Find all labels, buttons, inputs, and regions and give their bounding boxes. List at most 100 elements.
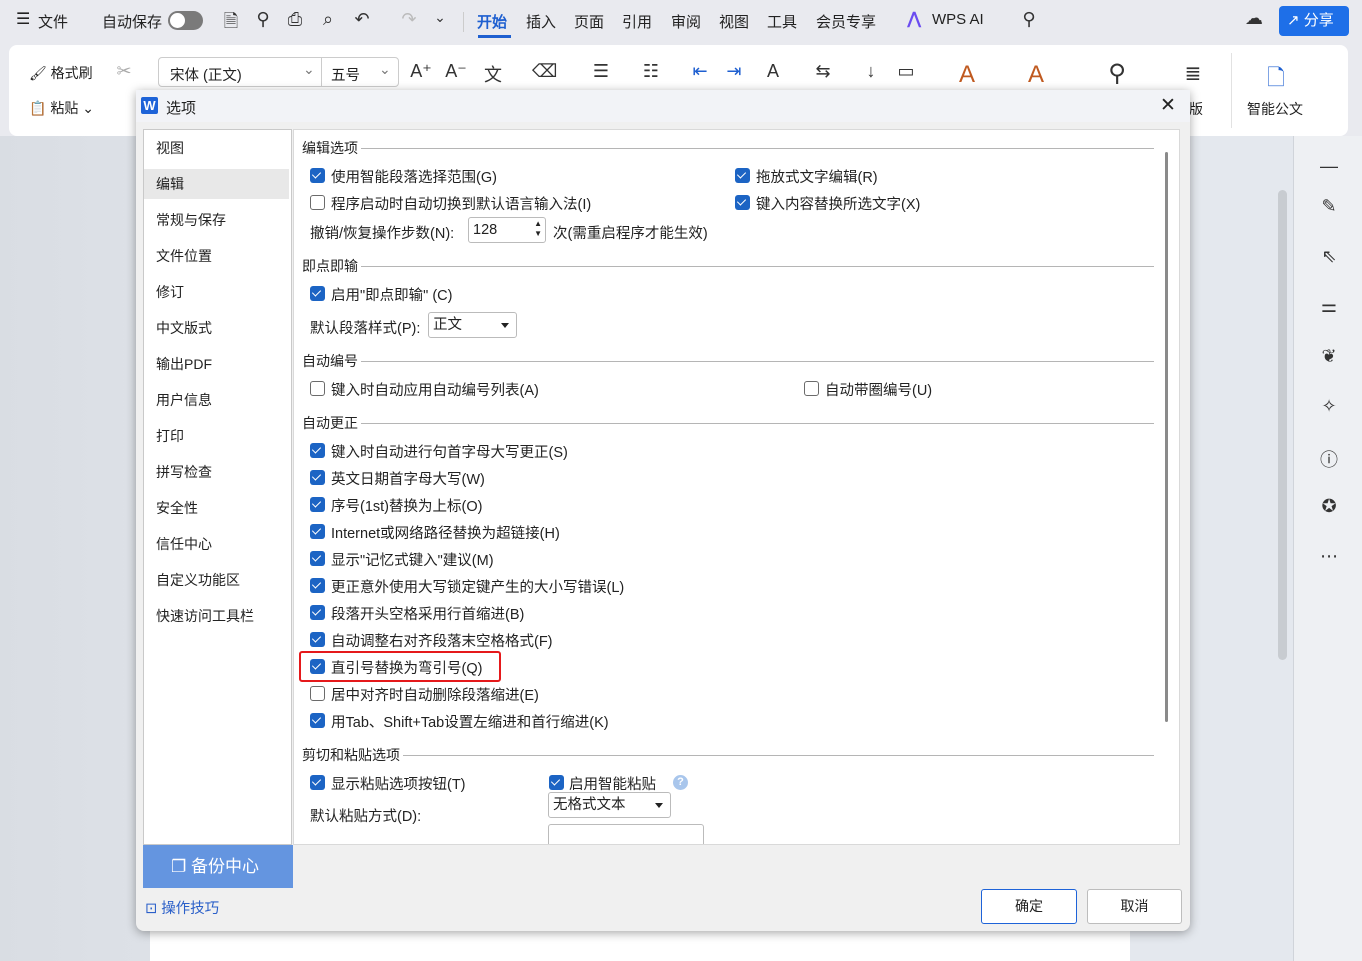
autocorrect-checkbox[interactable] [310, 713, 325, 728]
nav-item-export-pdf[interactable]: 输出PDF [144, 349, 289, 379]
help-icon[interactable]: ⓘ [1317, 446, 1341, 472]
smart-doc-icon[interactable]: 🗋 [1264, 61, 1288, 99]
collapse-icon[interactable]: — [1317, 156, 1341, 177]
more-icon[interactable]: ⋯ [1317, 546, 1341, 567]
layout-label[interactable]: 版 [1189, 99, 1203, 119]
help-icon[interactable]: ? [673, 775, 688, 790]
nav-item-trust-center[interactable]: 信任中心 [144, 529, 289, 559]
nav-item-general-save[interactable]: 常规与保存 [144, 205, 289, 235]
style-icon[interactable]: ❦ [1317, 346, 1341, 367]
nav-item-security[interactable]: 安全性 [144, 493, 289, 523]
clear-format-icon[interactable]: ⌫ [532, 61, 557, 82]
nav-item-edit[interactable]: 编辑 [144, 169, 289, 199]
print-icon[interactable]: ⎙ [283, 9, 307, 30]
chevron-down-icon[interactable]: ⌄ [379, 61, 391, 78]
text-style-icon[interactable]: A [955, 61, 979, 89]
pen-icon[interactable]: ✎ [1317, 196, 1341, 217]
tab-tools[interactable]: 工具 [767, 11, 797, 32]
chevron-down-icon[interactable]: ⌄ [303, 61, 315, 78]
grow-font-icon[interactable]: A⁺ [409, 61, 433, 82]
nav-item-print[interactable]: 打印 [144, 421, 289, 451]
default-paste-select[interactable]: 无格式文本 [548, 792, 671, 818]
paste-select-partial[interactable] [548, 824, 704, 844]
menu-icon[interactable]: ☰ [16, 9, 30, 29]
shrink-font-icon[interactable]: A⁻ [444, 61, 468, 82]
autosave-toggle[interactable] [168, 11, 203, 30]
font-size-select[interactable]: 五号 [331, 64, 360, 85]
decrease-indent-icon[interactable]: ⇤ [688, 61, 712, 82]
more-chevron-icon[interactable]: ⌄ [428, 9, 452, 26]
smart-paste-checkbox[interactable] [549, 775, 564, 790]
tab-page[interactable]: 页面 [574, 11, 604, 32]
nav-item-customize-ribbon[interactable]: 自定义功能区 [144, 565, 289, 595]
replace-selection-checkbox[interactable] [735, 195, 750, 210]
spinner-arrows-icon[interactable]: ▲ ▼ [534, 219, 542, 239]
select-cursor-icon[interactable]: ⇖ [1317, 246, 1341, 267]
char-spacing-icon[interactable]: A [761, 61, 785, 82]
autocorrect-checkbox[interactable] [310, 443, 325, 458]
autocorrect-checkbox[interactable] [310, 497, 325, 512]
nav-item-file-location[interactable]: 文件位置 [144, 241, 289, 271]
cloud-upload-icon[interactable]: ☁ [1242, 8, 1266, 29]
autocorrect-checkbox[interactable] [310, 605, 325, 620]
print-preview-icon[interactable]: ⌕ [316, 9, 340, 30]
export-icon[interactable]: ⚲ [251, 9, 275, 30]
tab-home[interactable]: 开始 [477, 11, 507, 32]
autocorrect-checkbox[interactable] [310, 686, 325, 701]
smart-quotes-checkbox[interactable] [310, 659, 325, 674]
nav-item-revision[interactable]: 修订 [144, 277, 289, 307]
auto-ime-checkbox[interactable] [310, 195, 325, 210]
tab-insert[interactable]: 插入 [526, 11, 556, 32]
tab-references[interactable]: 引用 [622, 11, 652, 32]
click-type-checkbox[interactable] [310, 286, 325, 301]
tips-link[interactable]: ⊡ 操作技巧 [145, 897, 219, 918]
drag-edit-checkbox[interactable] [735, 168, 750, 183]
autocorrect-checkbox[interactable] [310, 578, 325, 593]
theme-icon[interactable]: ✪ [1317, 496, 1341, 517]
autocorrect-checkbox[interactable] [310, 632, 325, 647]
layout-icon[interactable]: ≣ [1181, 61, 1205, 86]
vertical-scrollbar[interactable] [1278, 190, 1287, 660]
show-paste-button-checkbox[interactable] [310, 775, 325, 790]
save-icon[interactable]: 🗎 [219, 9, 243, 39]
nav-item-spell-check[interactable]: 拼写检查 [144, 457, 289, 487]
paste-button[interactable]: 📋 粘贴 ⌄ [29, 98, 94, 118]
autocorrect-checkbox[interactable] [310, 551, 325, 566]
share-button[interactable]: ↗ 分享 [1279, 6, 1349, 36]
nav-item-chinese-layout[interactable]: 中文版式 [144, 313, 289, 343]
sort-icon[interactable]: ↓ [859, 61, 883, 82]
undo-icon[interactable]: ↶ [350, 9, 374, 30]
smart-para-checkbox[interactable] [310, 168, 325, 183]
bullets-icon[interactable]: ☰ [589, 61, 613, 82]
nav-item-user-info[interactable]: 用户信息 [144, 385, 289, 415]
default-para-style-select[interactable]: 正文 [428, 312, 517, 338]
smart-doc-button[interactable]: 智能公文 [1247, 99, 1303, 119]
tab-member[interactable]: 会员专享 [816, 11, 876, 32]
cancel-button[interactable]: 取消 [1087, 889, 1182, 924]
adjust-icon[interactable]: ⚌ [1317, 296, 1341, 317]
wps-ai-button[interactable]: WPS AI [932, 11, 984, 28]
tab-review[interactable]: 审阅 [671, 11, 701, 32]
tab-view[interactable]: 视图 [719, 11, 749, 32]
ruler-icon[interactable]: ▭ [894, 61, 918, 82]
undo-steps-spinner[interactable]: 128 ▲ ▼ [468, 217, 546, 243]
content-scrollbar[interactable] [1165, 152, 1168, 722]
file-menu[interactable]: 文件 [38, 11, 68, 32]
nav-item-quick-access[interactable]: 快速访问工具栏 [144, 601, 289, 631]
line-spacing-icon[interactable]: ⇆ [811, 61, 835, 82]
auto-list-checkbox[interactable] [310, 381, 325, 396]
magic-wand-icon[interactable]: ✧ [1317, 396, 1341, 417]
nav-item-view[interactable]: 视图 [144, 133, 289, 163]
ok-button[interactable]: 确定 [981, 889, 1077, 924]
font-name-select[interactable]: 宋体 (正文) [170, 64, 242, 85]
redo-icon[interactable]: ↷ [397, 9, 421, 30]
close-icon[interactable]: ✕ [1160, 94, 1176, 117]
search-icon[interactable]: ⚲ [1017, 9, 1041, 30]
find-icon[interactable]: ⚲ [1105, 59, 1129, 88]
phonetic-icon[interactable]: 文 [481, 61, 505, 87]
autocorrect-checkbox[interactable] [310, 524, 325, 539]
autocorrect-checkbox[interactable] [310, 470, 325, 485]
increase-indent-icon[interactable]: ⇥ [722, 61, 746, 82]
numbering-icon[interactable]: ☷ [639, 61, 663, 82]
format-painter-button[interactable]: 🖌 格式刷 [29, 63, 93, 83]
